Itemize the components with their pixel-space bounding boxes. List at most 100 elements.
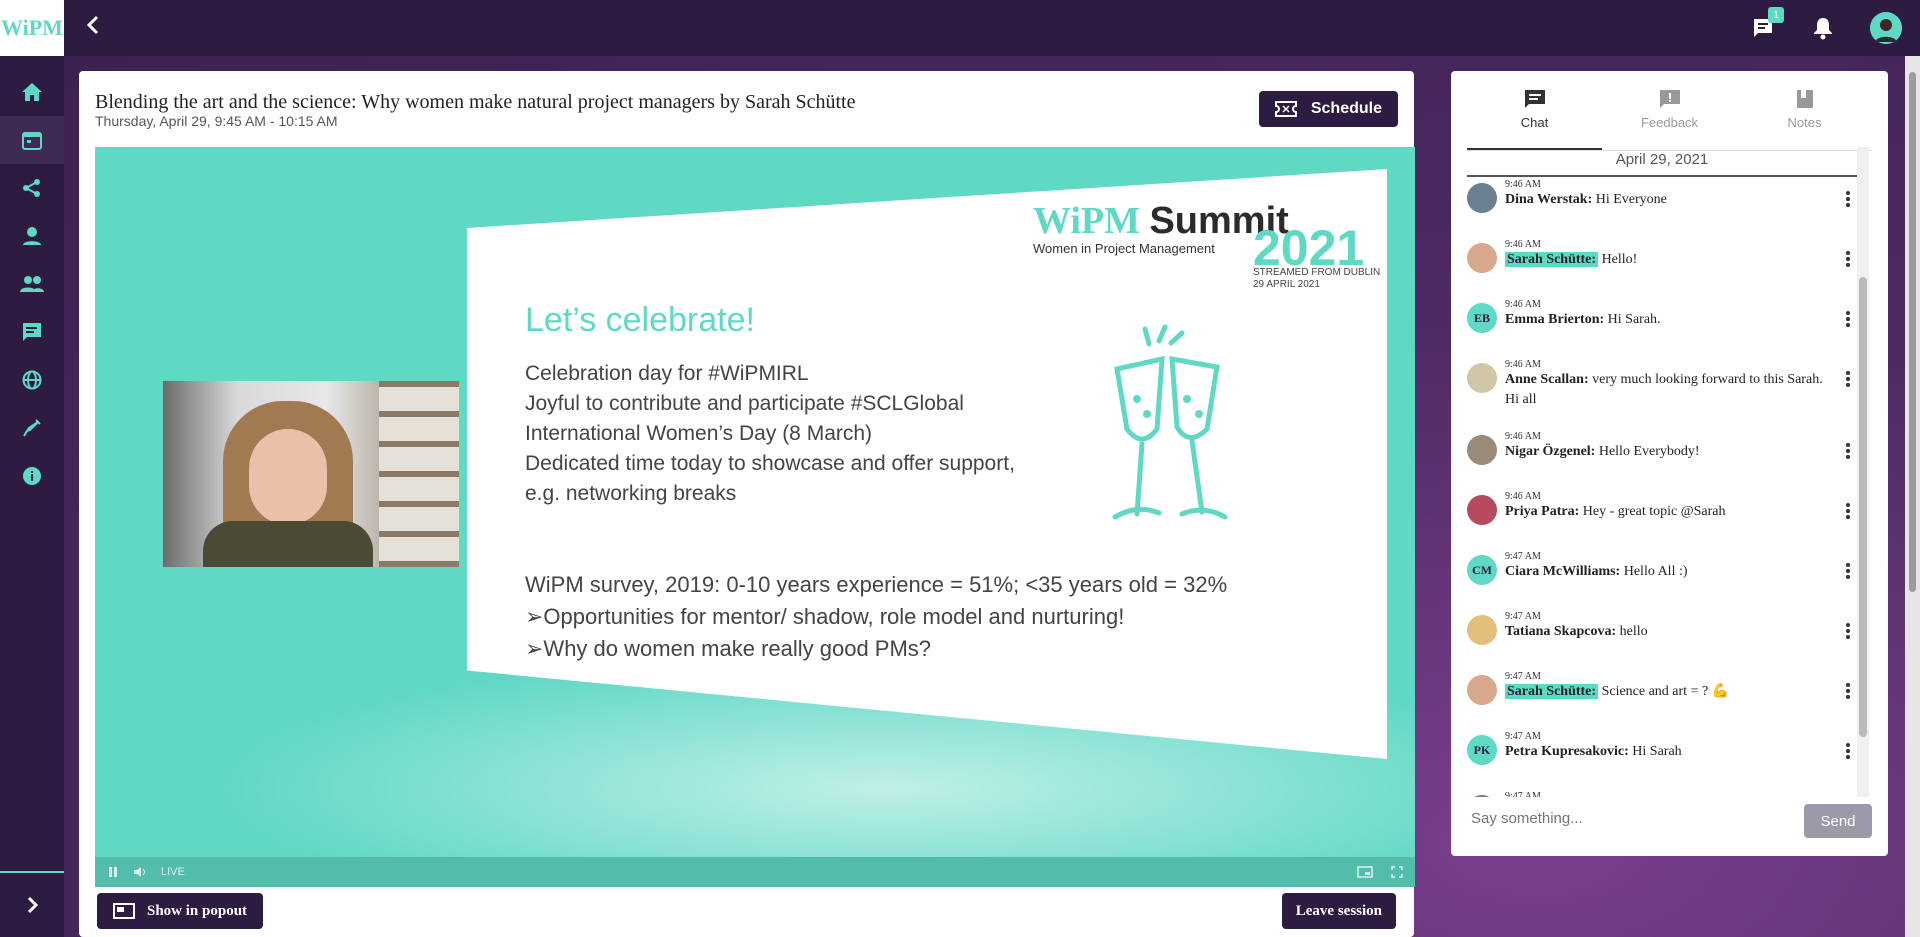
pause-icon[interactable]	[107, 866, 119, 878]
chat-message: 9:46 AM Nigar Özgenel: Hello Everybody!	[1467, 429, 1857, 489]
chat-sender-name[interactable]: Petra Kupresakovic:	[1505, 744, 1629, 759]
chat-sender-name[interactable]: Tatiana Skapcova:	[1505, 624, 1616, 639]
message-menu-icon[interactable]	[1843, 503, 1853, 519]
send-button[interactable]: Send	[1804, 804, 1872, 838]
chat-scrollbar-thumb[interactable]	[1859, 277, 1867, 737]
chat-sender-name[interactable]: Sarah Schütte:	[1505, 252, 1599, 267]
chat-message: 9:47 AM	[1467, 789, 1857, 797]
avatar[interactable]	[1467, 675, 1497, 705]
chat-message-body: 9:46 AM Dina Werstak: Hi Everyone	[1505, 179, 1835, 237]
top-bar: WiPM 1	[0, 0, 1920, 56]
chat-message-body: 9:47 AM	[1505, 791, 1835, 797]
video-player[interactable]: WiPM Summit 2021 Women in Project Manage…	[95, 147, 1415, 887]
back-button[interactable]	[86, 15, 100, 41]
tab-feedback[interactable]: Feedback	[1602, 89, 1737, 150]
slide-brand-left: WiPM	[1033, 200, 1140, 242]
message-menu-icon[interactable]	[1843, 743, 1853, 759]
feedback-icon	[1659, 90, 1680, 108]
bell-icon	[1814, 18, 1832, 40]
sidebar-item-global[interactable]	[0, 356, 64, 404]
chat-sender-name[interactable]: Emma Brierton:	[1505, 312, 1604, 327]
message-menu-icon[interactable]	[1843, 371, 1853, 387]
avatar[interactable]	[1467, 615, 1497, 645]
message-menu-icon[interactable]	[1843, 443, 1853, 459]
chat-sender-name[interactable]: Priya Patra:	[1505, 504, 1579, 519]
message-menu-icon[interactable]	[1843, 191, 1853, 207]
chat-message-body: 9:46 AM Anne Scallan: very much looking f…	[1505, 359, 1835, 429]
avatar[interactable]: CM	[1467, 555, 1497, 585]
message-menu-icon[interactable]	[1843, 623, 1853, 639]
message-menu-icon[interactable]	[1843, 251, 1853, 267]
slide-stream-info: STREAMED FROM DUBLIN 29 APRIL 2021	[1253, 267, 1380, 291]
tab-feedback-label: Feedback	[1640, 115, 1699, 130]
page-scrollbar[interactable]	[1905, 56, 1920, 937]
sidebar-item-home[interactable]	[0, 68, 64, 116]
live-label: LIVE	[161, 866, 185, 878]
sidebar-item-info[interactable]	[0, 452, 64, 500]
sidebar-item-profile[interactable]	[0, 212, 64, 260]
user-avatar[interactable]	[1870, 12, 1902, 44]
slide-point: ➢Why do women make really good PMs?	[525, 636, 932, 661]
chat-sender-name[interactable]: Nigar Özgenel:	[1505, 444, 1595, 459]
chat-message-text: Science and art = ? 💪	[1601, 684, 1730, 699]
session-time: Thursday, April 29, 9:45 AM - 10:15 AM	[95, 113, 338, 129]
avatar[interactable]	[1467, 495, 1497, 525]
chat-message: CM 9:47 AM Ciara McWilliams: Hello All :)	[1467, 549, 1857, 609]
chat-message-content: Nigar Özgenel: Hello Everybody!	[1505, 442, 1835, 462]
leave-session-button[interactable]: Leave session	[1281, 893, 1396, 929]
sidebar-item-vaccine[interactable]	[0, 404, 64, 452]
avatar[interactable]	[1467, 183, 1497, 213]
chat-message: 9:47 AM Tatiana Skapcova: hello	[1467, 609, 1857, 669]
tab-chat-label: Chat	[1520, 115, 1549, 130]
show-in-popout-button[interactable]: Show in popout	[97, 893, 264, 929]
chat-message-content: Anne Scallan: very much looking forward …	[1505, 370, 1835, 410]
chat-sender-name[interactable]: Dina Werstak:	[1505, 192, 1592, 207]
messages-button[interactable]: 1	[1750, 7, 1784, 41]
chat-date-divider: April 29, 2021	[1467, 147, 1857, 177]
info-icon	[23, 467, 41, 485]
chat-message-time: 9:47 AM	[1505, 551, 1541, 562]
sidebar-item-attendees[interactable]	[0, 260, 64, 308]
page-scrollbar-thumb[interactable]	[1909, 72, 1916, 592]
sidebar-expand-button[interactable]	[0, 871, 64, 937]
slide-survey-line: WiPM survey, 2019: 0-10 years experience…	[525, 572, 1228, 597]
share-icon	[23, 179, 40, 197]
schedule-button[interactable]: Schedule	[1258, 91, 1398, 127]
picture-in-picture-icon[interactable]	[1357, 866, 1373, 878]
tab-chat[interactable]: Chat	[1467, 89, 1602, 150]
avatar[interactable]: EB	[1467, 303, 1497, 333]
chat-scrollbar[interactable]	[1857, 147, 1869, 797]
chat-message-text: Hello!	[1601, 252, 1638, 267]
more-vertical-icon	[1846, 743, 1850, 759]
notifications-button[interactable]	[1810, 15, 1836, 41]
sidebar-item-messages[interactable]	[0, 308, 64, 356]
chat-sender-name[interactable]: Sarah Schütte:	[1505, 684, 1599, 699]
avatar[interactable]	[1467, 243, 1497, 273]
chat-input[interactable]	[1471, 801, 1791, 835]
volume-icon[interactable]	[133, 866, 147, 878]
avatar[interactable]	[1467, 795, 1497, 797]
chat-message: 9:47 AM Sarah Schütte: Science and art = …	[1467, 669, 1857, 729]
avatar[interactable]: PK	[1467, 735, 1497, 765]
globe-icon	[22, 370, 42, 390]
tab-notes[interactable]: Notes	[1737, 89, 1872, 150]
slide-point: ➢Opportunities for mentor/ shadow, role …	[525, 604, 1125, 629]
message-menu-icon[interactable]	[1843, 563, 1853, 579]
chat-sender-name[interactable]: Anne Scallan:	[1505, 372, 1589, 387]
home-icon	[22, 83, 42, 101]
wipm-logo[interactable]: WiPM	[0, 0, 64, 56]
chat-message-body: 9:46 AM Nigar Özgenel: Hello Everybody!	[1505, 431, 1835, 489]
sidebar-item-share[interactable]	[0, 164, 64, 212]
chat-icon	[1524, 90, 1545, 108]
popout-icon	[113, 903, 135, 919]
sidebar-item-schedule[interactable]	[0, 116, 64, 164]
message-menu-icon[interactable]	[1843, 683, 1853, 699]
chat-sender-name[interactable]: Ciara McWilliams:	[1505, 564, 1620, 579]
avatar[interactable]	[1467, 435, 1497, 465]
chat-message: EB 9:46 AM Emma Brierton: Hi Sarah.	[1467, 297, 1857, 357]
message-menu-icon[interactable]	[1843, 311, 1853, 327]
chat-message-list[interactable]: 9:46 AM Dina Werstak: Hi Everyone 9:46 AM S…	[1467, 177, 1857, 797]
chat-message-body: 9:46 AM Sarah Schütte: Hello!	[1505, 239, 1835, 297]
avatar[interactable]	[1467, 363, 1497, 393]
fullscreen-icon[interactable]	[1391, 866, 1403, 878]
